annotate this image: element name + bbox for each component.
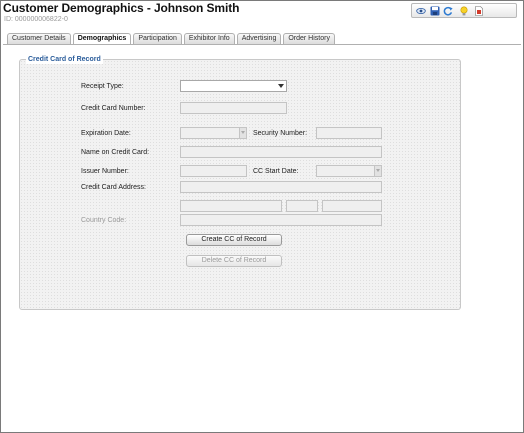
issuer-number-field[interactable] xyxy=(180,165,247,177)
toolbar xyxy=(411,3,517,18)
tab-exhibitor-info[interactable]: Exhibitor Info xyxy=(183,33,235,44)
delete-cc-button[interactable]: Delete CC of Record xyxy=(186,255,282,267)
dropdown-icon[interactable] xyxy=(374,166,381,176)
cc-start-date-label: CC Start Date: xyxy=(253,168,299,175)
name-on-card-label: Name on Credit Card: xyxy=(81,149,150,156)
dropdown-icon[interactable] xyxy=(239,128,246,138)
receipt-type-select[interactable] xyxy=(180,80,287,92)
section-legend: Credit Card of Record xyxy=(26,56,103,64)
cc-number-field[interactable] xyxy=(180,102,287,114)
refresh-icon[interactable] xyxy=(443,6,453,16)
country-code-field[interactable] xyxy=(180,214,382,226)
record-id: ID: 000000006822-0 xyxy=(4,16,68,23)
receipt-type-label: Receipt Type: xyxy=(81,83,124,90)
cc-start-date-field[interactable] xyxy=(316,165,382,177)
security-number-label: Security Number: xyxy=(253,130,308,137)
chevron-down-icon xyxy=(278,84,284,88)
tab-bar: Customer Details Demographics Participat… xyxy=(7,33,337,44)
cc-number-label: Credit Card Number: xyxy=(81,105,146,112)
eye-icon[interactable] xyxy=(416,6,426,16)
country-code-label: Country Code: xyxy=(81,217,127,224)
cc-address-state[interactable] xyxy=(286,200,318,212)
page-title: Customer Demographics - Johnson Smith xyxy=(3,1,240,15)
exp-date-label: Expiration Date: xyxy=(81,130,131,137)
report-icon[interactable] xyxy=(474,6,484,16)
tab-advertising[interactable]: Advertising xyxy=(236,33,282,44)
tab-order-history[interactable]: Order History xyxy=(283,33,335,44)
tab-participation[interactable]: Participation xyxy=(133,33,182,44)
name-on-card-field[interactable] xyxy=(180,146,382,158)
tab-customer-details[interactable]: Customer Details xyxy=(7,33,71,44)
tab-divider xyxy=(3,44,521,45)
cc-address-zip[interactable] xyxy=(322,200,382,212)
tab-demographics[interactable]: Demographics xyxy=(72,33,132,44)
cc-address-city[interactable] xyxy=(180,200,282,212)
cc-address-line1[interactable] xyxy=(180,181,382,193)
create-cc-button[interactable]: Create CC of Record xyxy=(186,234,282,246)
lightbulb-icon[interactable] xyxy=(459,6,469,16)
save-icon[interactable] xyxy=(430,6,440,16)
issuer-number-label: Issuer Number: xyxy=(81,168,129,175)
exp-date-field[interactable] xyxy=(180,127,247,139)
security-number-field[interactable] xyxy=(316,127,382,139)
cc-address-label: Credit Card Address: xyxy=(81,184,146,191)
